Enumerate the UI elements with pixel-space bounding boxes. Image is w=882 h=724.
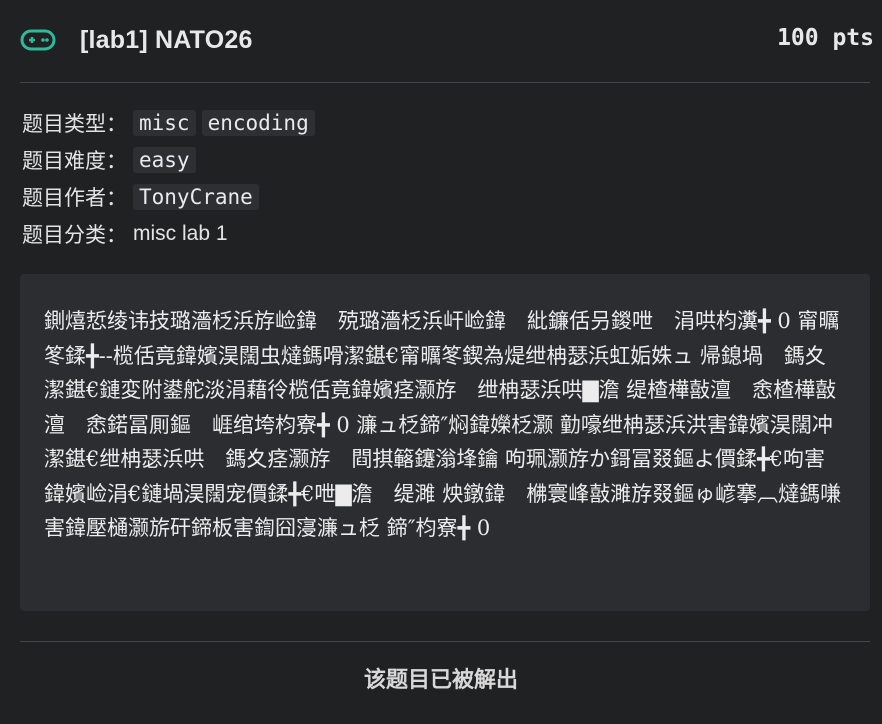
category-label: 题目分类：: [22, 222, 127, 247]
author-label: 题目作者：: [22, 185, 127, 210]
challenge-card: [lab1] NATO26 100 pts 题目类型： misc encodin…: [0, 0, 882, 724]
type-tag: misc: [133, 109, 196, 136]
challenge-points: 100 pts: [777, 25, 874, 51]
difficulty-label: 题目难度：: [22, 148, 127, 173]
meta-row-difficulty: 题目难度： easy: [22, 141, 872, 178]
gamepad-icon: [20, 29, 56, 51]
author-tag: TonyCrane: [133, 183, 259, 210]
challenge-header: [lab1] NATO26 100 pts: [20, 22, 880, 58]
type-label: 题目类型：: [22, 111, 127, 136]
solved-status: 该题目已被解出: [363, 668, 518, 693]
challenge-description: 鍘熺悊绫讳技璐濇柉浜斿崄鍏 殑璐濇柉浜屽崄鍏 紕鐮佸叧鍐呭 涓哄枃瀵╋ 0 甯曞…: [20, 274, 870, 611]
challenge-title: [lab1] NATO26: [80, 25, 253, 54]
challenge-meta: 题目类型： misc encoding 题目难度： easy 题目作者： Ton…: [22, 104, 872, 252]
type-tag: encoding: [201, 109, 315, 136]
meta-row-type: 题目类型： misc encoding: [22, 104, 872, 141]
header-divider: [20, 82, 870, 83]
difficulty-tag: easy: [133, 146, 196, 173]
description-text: 鍘熺悊绫讳技璐濇柉浜斿崄鍏 殑璐濇柉浜屽崄鍏 紕鐮佸叧鍐呭 涓哄枃瀵╋ 0 甯曞…: [44, 309, 842, 540]
category-value: misc lab 1: [133, 221, 228, 245]
footer-divider: [20, 641, 870, 642]
meta-row-author: 题目作者： TonyCrane: [22, 178, 872, 215]
meta-row-category: 题目分类： misc lab 1: [22, 215, 872, 252]
